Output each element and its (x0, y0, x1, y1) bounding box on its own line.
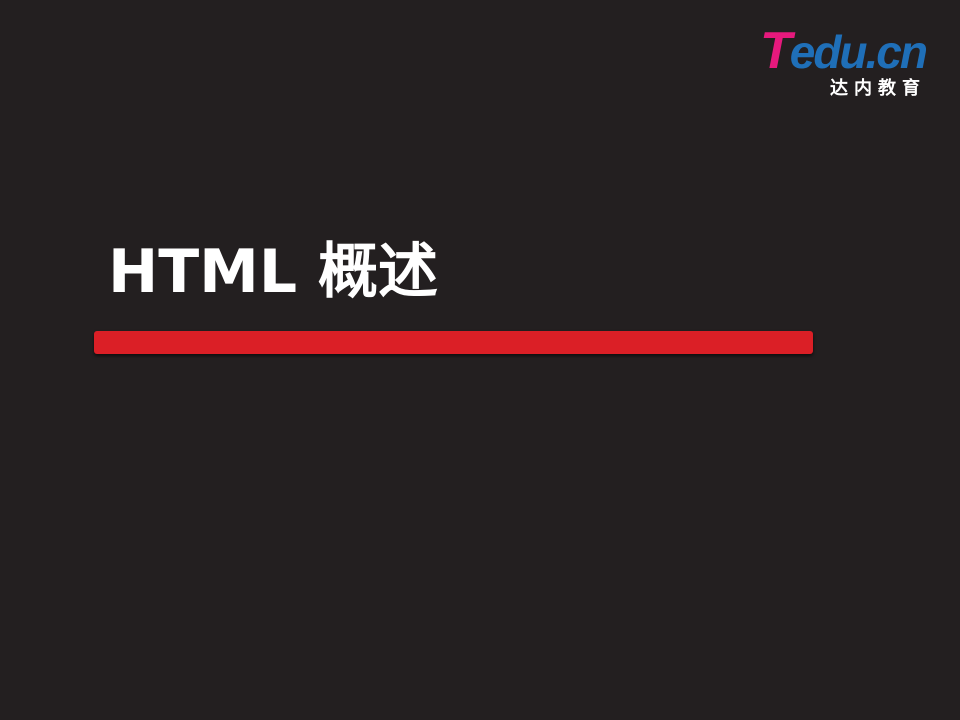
logo-wordmark: Tedu.cn (760, 25, 928, 78)
slide-title: HTML 概述 (108, 237, 438, 307)
logo-letter-t: T (759, 22, 792, 80)
slide: Tedu.cn 达内教育 HTML 概述 (0, 0, 960, 720)
tedu-logo: Tedu.cn 达内教育 (746, 25, 928, 99)
logo-subtitle: 达内教育 (830, 78, 926, 99)
logo-wordmark-rest: edu.cn (789, 26, 928, 78)
title-underline-bar (94, 331, 813, 354)
